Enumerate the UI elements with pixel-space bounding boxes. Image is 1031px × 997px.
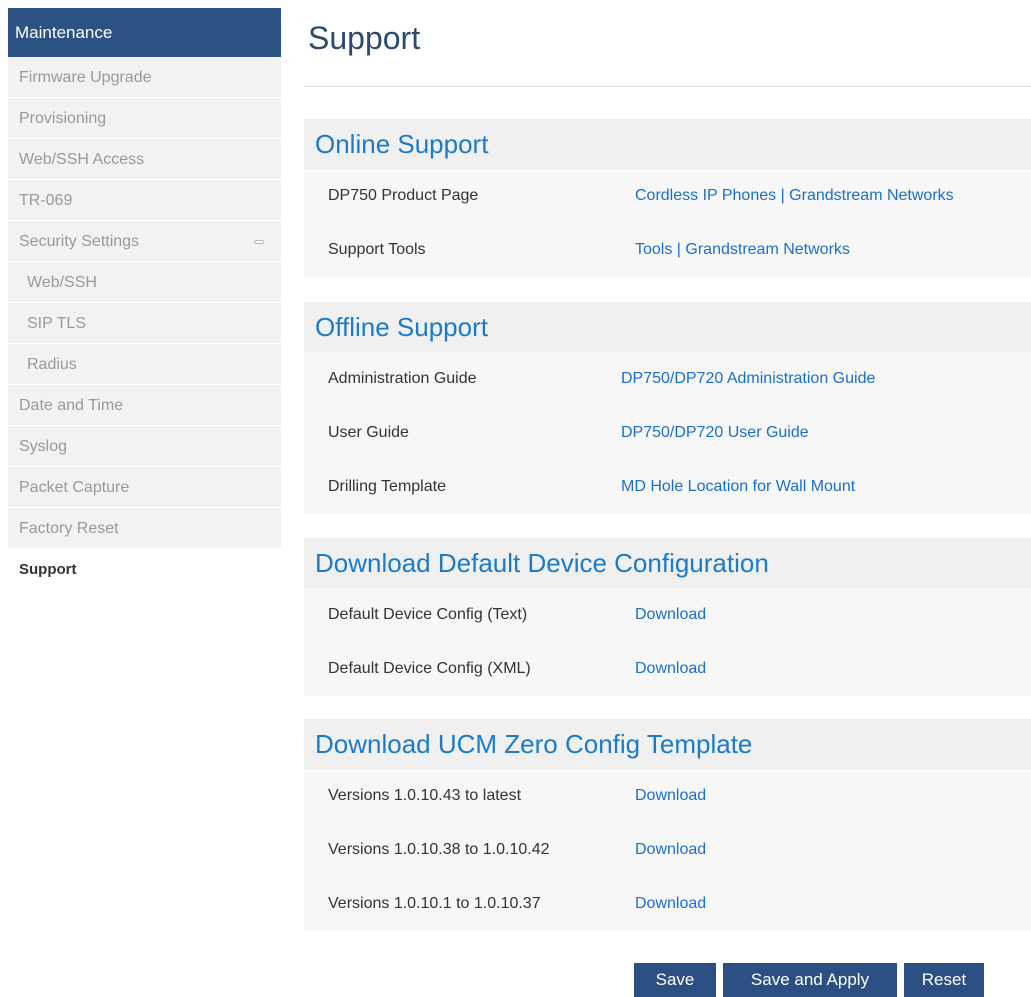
row-label: DP750 Product Page	[328, 187, 479, 204]
sidebar-item-tr-069[interactable]: TR-069	[8, 180, 281, 221]
user-guide-link[interactable]: DP750/DP720 User Guide	[621, 406, 809, 460]
sidebar-item-security-settings[interactable]: Security Settings	[8, 221, 281, 262]
drilling-template-link[interactable]: MD Hole Location for Wall Mount	[621, 460, 855, 514]
sidebar-item-date-and-time[interactable]: Date and Time	[8, 385, 281, 426]
list-item: Drilling Template MD Hole Location for W…	[304, 460, 1031, 514]
row-label: Versions 1.0.10.1 to 1.0.10.37	[328, 895, 541, 912]
administration-guide-link[interactable]: DP750/DP720 Administration Guide	[621, 352, 875, 406]
support-tools-link[interactable]: Tools | Grandstream Networks	[635, 223, 850, 277]
list-item: Administration Guide DP750/DP720 Adminis…	[304, 352, 1031, 406]
product-page-link[interactable]: Cordless IP Phones | Grandstream Network…	[635, 169, 954, 223]
save-and-apply-button[interactable]: Save and Apply	[723, 963, 897, 997]
sidebar-header-maintenance[interactable]: Maintenance	[8, 8, 281, 57]
list-item: Versions 1.0.10.38 to 1.0.10.42 Download	[304, 823, 1031, 877]
main-content: Support Online Support DP750 Product Pag…	[304, 0, 1031, 997]
sidebar-item-firmware-upgrade[interactable]: Firmware Upgrade	[8, 57, 281, 98]
list-item: Versions 1.0.10.1 to 1.0.10.37 Download	[304, 877, 1031, 931]
row-label: Default Device Config (XML)	[328, 660, 531, 677]
section-ucm-zero-config: Download UCM Zero Config Template Versio…	[304, 719, 1031, 931]
row-label: Drilling Template	[328, 478, 446, 495]
section-body: DP750 Product Page Cordless IP Phones | …	[304, 169, 1031, 277]
reset-button[interactable]: Reset	[904, 963, 984, 997]
list-item: Support Tools Tools | Grandstream Networ…	[304, 223, 1031, 277]
list-item: DP750 Product Page Cordless IP Phones | …	[304, 169, 1031, 223]
section-body: Default Device Config (Text) Download De…	[304, 588, 1031, 696]
section-body: Versions 1.0.10.43 to latest Download Ve…	[304, 769, 1031, 931]
sidebar-item-label: Security Settings	[19, 233, 140, 250]
row-label: Versions 1.0.10.38 to 1.0.10.42	[328, 841, 550, 858]
download-ucm-38-42-link[interactable]: Download	[635, 823, 706, 877]
list-item: User Guide DP750/DP720 User Guide	[304, 406, 1031, 460]
sidebar-subitem-radius[interactable]: Radius	[8, 344, 281, 385]
row-label: Administration Guide	[328, 370, 477, 387]
section-title: Download UCM Zero Config Template	[304, 719, 1031, 769]
save-button[interactable]: Save	[634, 963, 716, 997]
page-title: Support	[308, 20, 421, 56]
section-default-device-config: Download Default Device Configuration De…	[304, 538, 1031, 696]
download-config-xml-link[interactable]: Download	[635, 642, 706, 696]
collapse-icon[interactable]	[254, 240, 264, 244]
section-title: Online Support	[304, 119, 1031, 169]
sidebar-item-packet-capture[interactable]: Packet Capture	[8, 467, 281, 508]
title-divider	[304, 86, 1031, 87]
sidebar-item-web-ssh-access[interactable]: Web/SSH Access	[8, 139, 281, 180]
section-title: Offline Support	[304, 302, 1031, 352]
download-ucm-1-37-link[interactable]: Download	[635, 877, 706, 931]
section-title: Download Default Device Configuration	[304, 538, 1031, 588]
section-offline-support: Offline Support Administration Guide DP7…	[304, 302, 1031, 514]
download-ucm-latest-link[interactable]: Download	[635, 769, 706, 823]
sidebar-subitem-web-ssh[interactable]: Web/SSH	[8, 262, 281, 303]
sidebar-item-syslog[interactable]: Syslog	[8, 426, 281, 467]
list-item: Versions 1.0.10.43 to latest Download	[304, 769, 1031, 823]
sidebar-subitem-sip-tls[interactable]: SIP TLS	[8, 303, 281, 344]
row-label: User Guide	[328, 424, 409, 441]
list-item: Default Device Config (Text) Download	[304, 588, 1031, 642]
list-item: Default Device Config (XML) Download	[304, 642, 1031, 696]
row-label: Versions 1.0.10.43 to latest	[328, 787, 522, 804]
sidebar-item-support[interactable]: Support	[8, 549, 281, 590]
row-label: Support Tools	[328, 241, 426, 258]
sidebar-item-factory-reset[interactable]: Factory Reset	[8, 508, 281, 549]
sidebar: Maintenance Firmware Upgrade Provisionin…	[8, 8, 281, 590]
row-label: Default Device Config (Text)	[328, 606, 528, 623]
download-config-text-link[interactable]: Download	[635, 588, 706, 642]
section-online-support: Online Support DP750 Product Page Cordle…	[304, 119, 1031, 277]
sidebar-item-provisioning[interactable]: Provisioning	[8, 98, 281, 139]
section-body: Administration Guide DP750/DP720 Adminis…	[304, 352, 1031, 514]
